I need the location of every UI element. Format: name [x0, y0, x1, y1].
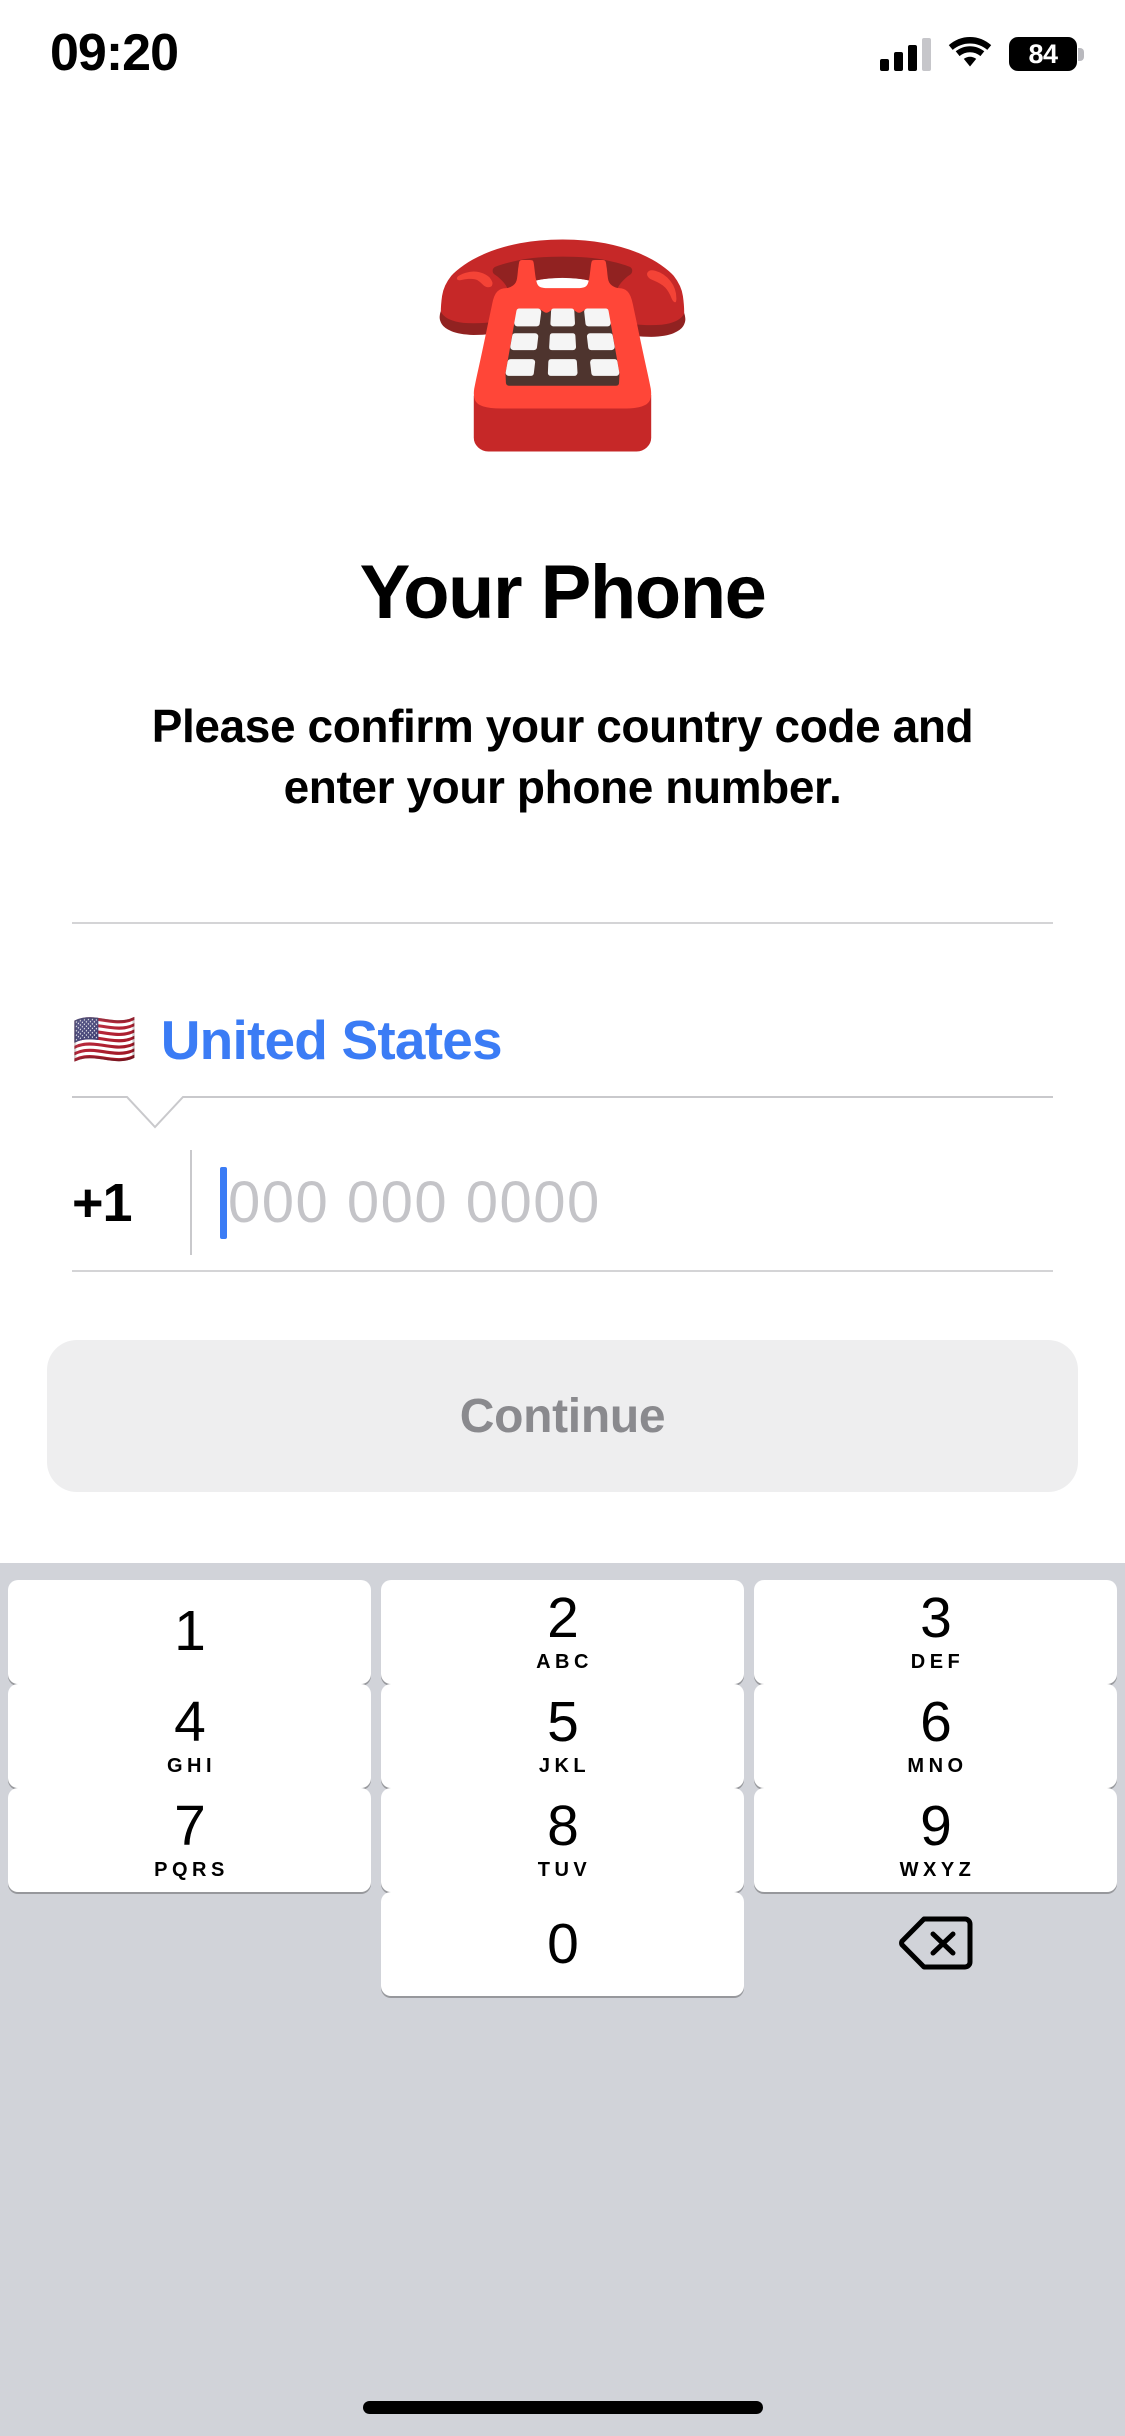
- key-digit: 8: [547, 1794, 579, 1858]
- phone-input-row[interactable]: +1 000 000 0000: [72, 1150, 1053, 1255]
- us-flag-icon: 🇺🇸: [72, 1011, 137, 1069]
- keypad-grid: 1 2 ABC 3 DEF 4 GHI 5 JKL 6 MNO 7 PQRS 8…: [8, 1580, 1117, 1996]
- keypad-key-9[interactable]: 9 WXYZ: [754, 1788, 1117, 1892]
- phone-number-input[interactable]: 000 000 0000: [192, 1150, 1053, 1255]
- key-digit: 0: [547, 1912, 579, 1976]
- country-name-label: United States: [160, 1009, 503, 1071]
- divider-top: [72, 922, 1053, 924]
- keypad-key-2[interactable]: 2 ABC: [381, 1580, 744, 1684]
- keypad-key-7[interactable]: 7 PQRS: [8, 1788, 371, 1892]
- key-letters: MNO: [907, 1755, 968, 1777]
- key-digit: 7: [174, 1794, 206, 1858]
- status-bar: 09:20 84: [0, 0, 1125, 105]
- key-letters: WXYZ: [899, 1859, 976, 1881]
- country-selector[interactable]: 🇺🇸 United States: [72, 995, 772, 1085]
- key-digit: 4: [174, 1690, 206, 1754]
- status-bar-time: 09:20: [50, 24, 179, 82]
- keypad-key-6[interactable]: 6 MNO: [754, 1684, 1117, 1788]
- keypad-key-1[interactable]: 1: [8, 1580, 371, 1684]
- key-letters: ABC: [536, 1651, 593, 1673]
- numeric-keypad: 1 2 ABC 3 DEF 4 GHI 5 JKL 6 MNO 7 PQRS 8…: [0, 1563, 1125, 2436]
- key-digit: 9: [920, 1794, 952, 1858]
- battery-icon: 84: [1009, 37, 1084, 71]
- continue-button[interactable]: Continue: [47, 1340, 1078, 1492]
- keypad-key-0[interactable]: 0: [381, 1892, 744, 1996]
- key-letters: JKL: [538, 1755, 591, 1777]
- keypad-key-5[interactable]: 5 JKL: [381, 1684, 744, 1788]
- keypad-key-8[interactable]: 8 TUV: [381, 1788, 744, 1892]
- battery-percent-label: 84: [1028, 39, 1058, 69]
- divider-bottom: [72, 1270, 1053, 1272]
- backspace-delete-icon: [898, 1915, 973, 1974]
- dial-code-label: +1: [72, 1172, 133, 1233]
- key-letters: DEF: [910, 1651, 965, 1673]
- key-digit: 1: [174, 1599, 206, 1663]
- key-digit: 2: [547, 1586, 579, 1650]
- phone-placeholder-text: 000 000 0000: [228, 1169, 601, 1235]
- keypad-delete-key[interactable]: [754, 1892, 1117, 1996]
- key-letters: GHI: [166, 1755, 217, 1777]
- key-letters: TUV: [537, 1859, 592, 1881]
- key-digit: 6: [920, 1690, 952, 1754]
- wifi-icon: [948, 35, 992, 73]
- phone-number-entry-screen: 09:20 84 ☎️ Your Phone Please confirm yo…: [0, 0, 1125, 2436]
- home-indicator: [362, 2401, 763, 2414]
- keypad-key-4[interactable]: 4 GHI: [8, 1684, 371, 1788]
- divider-with-chevron-notch: [72, 1096, 1053, 1138]
- cellular-signal-icon: [880, 37, 931, 71]
- keypad-key-3[interactable]: 3 DEF: [754, 1580, 1117, 1684]
- text-cursor-caret: [220, 1166, 227, 1239]
- key-letters: PQRS: [154, 1859, 229, 1881]
- key-digit: 5: [547, 1690, 579, 1754]
- telephone-emoji: ☎️: [428, 212, 697, 453]
- status-bar-indicators: 84: [880, 28, 1084, 80]
- page-title: Your Phone: [359, 550, 767, 635]
- keypad-blank-slot: [8, 1892, 371, 1994]
- key-digit: 3: [920, 1586, 952, 1650]
- page-subtitle: Please confirm your country code and ent…: [151, 700, 974, 813]
